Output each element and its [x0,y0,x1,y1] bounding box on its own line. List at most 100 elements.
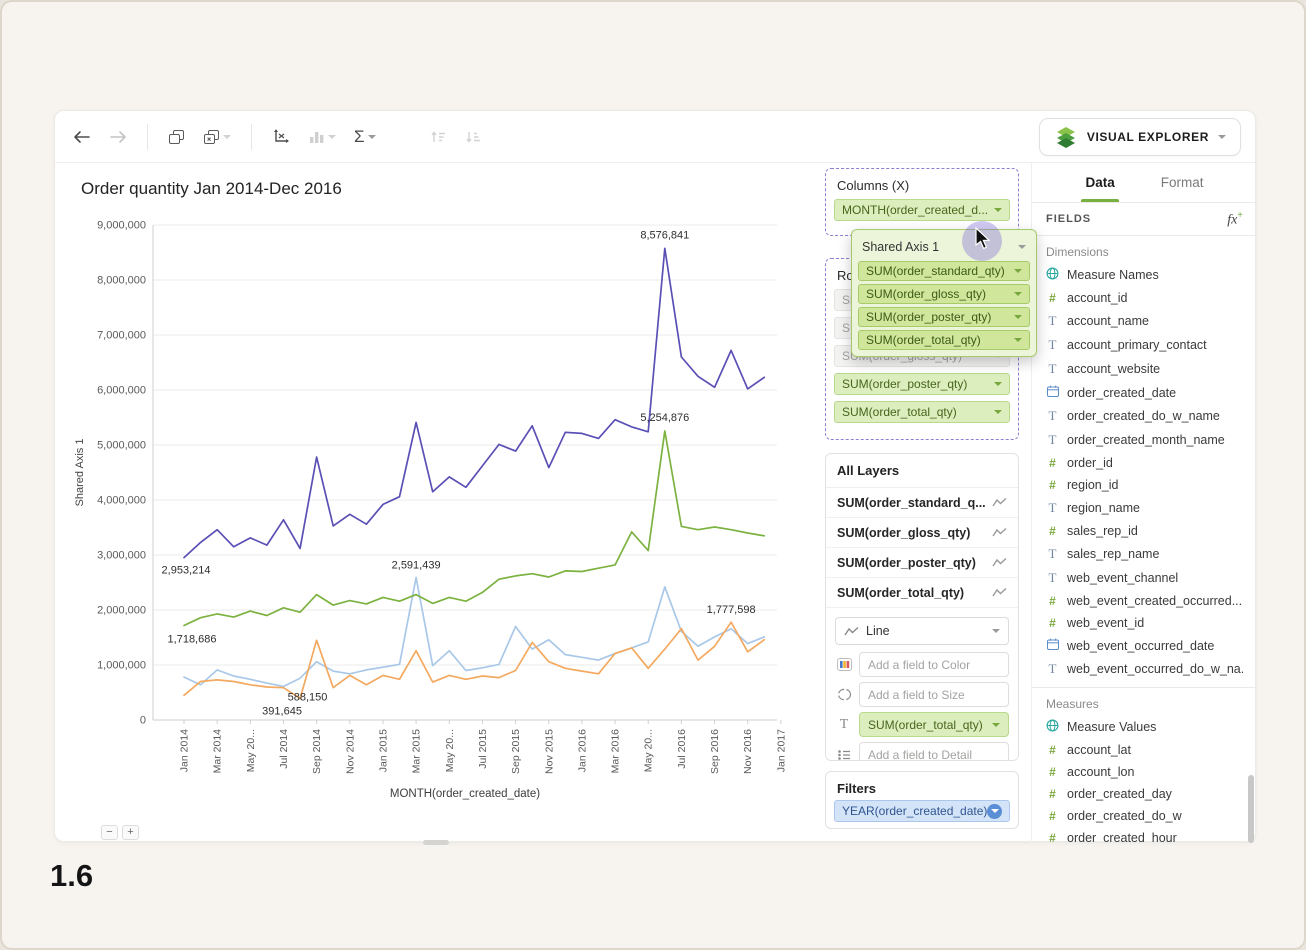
shared-axis-pill[interactable]: SUM(order_total_qty) [858,330,1030,350]
shared-axis-pill[interactable]: SUM(order_standard_qty) [858,261,1030,281]
layers-panel: All Layers SUM(order_standard_q...SUM(or… [825,453,1019,761]
visual-explorer-logo-icon [1054,125,1078,149]
measure-names-icon [1046,267,1059,283]
field-name: order_created_month_name [1067,433,1225,447]
visual-explorer-window: Σ VISUAL EXPLORER Order quantity J [54,110,1256,842]
field-item-order-id[interactable]: #order_id [1032,452,1257,474]
field-name: order_created_do_w [1067,809,1182,823]
dimensions-list: Measure Names#account_idTaccount_nameTac… [1032,263,1257,681]
filter-dropdown-circle[interactable] [987,804,1002,819]
text-encoding-pill[interactable]: SUM(order_total_qty) [859,712,1009,737]
pill-label: SUM(order_total_qty) [868,718,983,732]
columns-pill-month-order-created-date[interactable]: MONTH(order_created_d... [834,199,1010,221]
forward-button[interactable] [105,126,131,148]
field-item-order-created-do-w-name[interactable]: Torder_created_do_w_name [1032,404,1257,428]
field-item-order-created-date[interactable]: order_created_date [1032,381,1257,404]
pill-label: SUM(order_standard_qty) [866,264,1005,278]
field-item-order-created-month-name[interactable]: Torder_created_month_name [1032,428,1257,452]
sort-descending-icon [465,130,482,144]
y-axis-title: Shared Axis 1 [74,439,86,507]
chevron-down-icon [223,135,231,139]
shared-axis-popup-header[interactable]: Shared Axis 1 [858,236,1030,258]
field-item-account-name[interactable]: Taccount_name [1032,309,1257,333]
field-item-account-primary-contact[interactable]: Taccount_primary_contact [1032,333,1257,357]
field-item-account-lat[interactable]: #account_lat [1032,739,1257,761]
field-item-order-created-do-w[interactable]: #order_created_do_w [1032,805,1257,827]
series-line-SUM(order_poster_qty) [184,578,764,687]
chevron-down-icon [994,208,1002,212]
x-tick-label: May 20... [245,729,257,772]
visual-explorer-button[interactable]: VISUAL EXPLORER [1039,118,1241,156]
detail-field-dropzone[interactable]: Add a field to Detail [859,742,1009,761]
layer-label: SUM(order_standard_q... [837,496,986,510]
x-tick-label: May 20... [444,729,456,772]
field-name: web_event_occurred_do_w_na... [1067,662,1243,676]
color-field-dropzone[interactable]: Add a field to Color [859,652,1009,677]
data-label: 588,150 [288,692,328,704]
field-item-web-event-occurred-date[interactable]: web_event_occurred_date [1032,634,1257,657]
tab-format[interactable]: Format [1161,163,1204,202]
swap-axes-button[interactable] [268,124,295,149]
layer-label: SUM(order_poster_qty) [837,556,976,570]
shared-axis-pill[interactable]: SUM(order_gloss_qty) [858,284,1030,304]
rows-pill[interactable]: SUM(order_poster_qty) [834,373,1010,395]
bar-chart-icon [309,129,325,144]
back-button[interactable] [69,126,95,148]
field-item-sales-rep-name[interactable]: Tsales_rep_name [1032,542,1257,566]
zoom-in-button[interactable]: + [122,825,139,840]
shared-axis-pill[interactable]: SUM(order_poster_qty) [858,307,1030,327]
field-name: sales_rep_id [1067,524,1138,538]
field-item-account-id[interactable]: #account_id [1032,287,1257,309]
remove-sheet-button[interactable] [199,125,235,149]
y-tick-label: 7,000,000 [97,330,146,342]
x-tick-label: Jul 2014 [278,729,290,769]
field-item-sales-rep-id[interactable]: #sales_rep_id [1032,520,1257,542]
field-item-order-created-hour[interactable]: #order_created_hour [1032,827,1257,843]
add-calculated-field-button[interactable]: fx+ [1227,210,1243,229]
aggregate-button[interactable]: Σ [350,123,380,151]
fields-vertical-scrollbar[interactable] [1248,775,1254,843]
chart-title: Order quantity Jan 2014-Dec 2016 [81,179,342,199]
filter-pill-year-order-created-date[interactable]: YEAR(order_created_date) [834,800,1010,822]
chevron-down-icon [1014,338,1022,342]
x-tick-label: Sep 2014 [311,729,323,774]
field-item-region-id[interactable]: #region_id [1032,474,1257,496]
detail-encoding-row: Add a field to Detail [835,742,1009,761]
chevron-down-icon [992,723,1000,727]
field-item-account-website[interactable]: Taccount_website [1032,357,1257,381]
field-item-measure-names[interactable]: Measure Names [1032,263,1257,287]
chart-type-button[interactable] [305,125,340,148]
mark-type-select[interactable]: Line [835,617,1009,645]
size-field-dropzone[interactable]: Add a field to Size [859,682,1009,707]
y-tick-label: 1,000,000 [97,660,146,672]
text-field-icon: T [1046,546,1059,562]
field-item-account-lon[interactable]: #account_lon [1032,761,1257,783]
field-item-web-event-occurred-do-w-na-[interactable]: Tweb_event_occurred_do_w_na... [1032,657,1257,681]
tab-data[interactable]: Data [1085,163,1114,202]
duplicate-button[interactable] [164,125,189,149]
field-item-web-event-channel[interactable]: Tweb_event_channel [1032,566,1257,590]
layer-row[interactable]: SUM(order_standard_q... [826,488,1018,518]
layer-row[interactable]: SUM(order_poster_qty) [826,548,1018,578]
rows-pill[interactable]: SUM(order_total_qty) [834,401,1010,423]
sort-ascending-button[interactable] [426,126,451,148]
y-tick-label: 2,000,000 [97,605,146,617]
layer-row[interactable]: SUM(order_gloss_qty) [826,518,1018,548]
line-mark-icon [992,497,1007,508]
data-label: 8,576,841 [640,229,689,241]
line-mark-icon [992,557,1007,568]
zoom-out-button[interactable]: − [101,825,118,840]
layer-row[interactable]: SUM(order_total_qty) [826,578,1018,608]
field-name: Measure Values [1067,720,1156,734]
sort-descending-button[interactable] [461,126,486,148]
chevron-down-icon [994,410,1002,414]
x-axis-title: MONTH(order_created_date) [390,788,540,800]
chart-horizontal-scrollbar[interactable] [423,840,449,845]
x-tick-label: May 20... [643,729,655,772]
field-item-web-event-id[interactable]: #web_event_id [1032,612,1257,634]
field-item-web-event-created-occurred-[interactable]: #web_event_created_occurred... [1032,590,1257,612]
field-item-order-created-day[interactable]: #order_created_day [1032,783,1257,805]
field-item-measure-values[interactable]: Measure Values [1032,715,1257,739]
field-item-region-name[interactable]: Tregion_name [1032,496,1257,520]
field-name: web_event_id [1067,616,1144,630]
